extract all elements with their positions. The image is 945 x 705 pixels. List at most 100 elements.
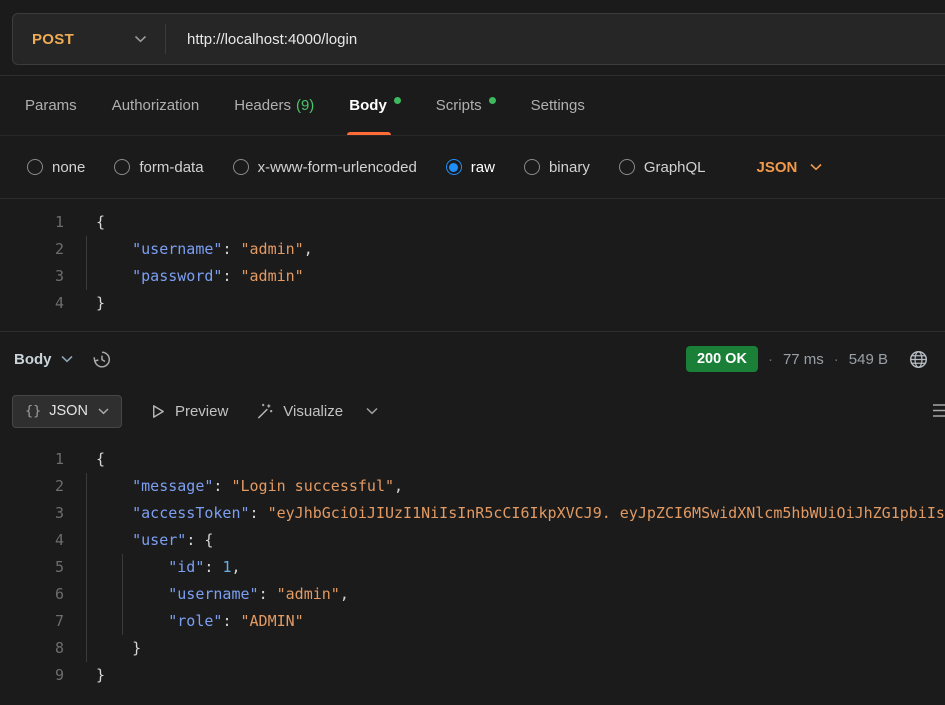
radio-label: none	[52, 159, 85, 176]
code-text: "message": "Login successful",	[64, 473, 403, 500]
body-type-row: none form-data x-www-form-urlencoded raw bin…	[0, 136, 945, 199]
chevron-down-icon	[810, 163, 822, 171]
code-text: "password": "admin"	[64, 263, 304, 290]
tab-headers[interactable]: Headers(9)	[234, 76, 314, 135]
history-icon[interactable]	[91, 348, 113, 370]
line-number: 4	[0, 527, 64, 554]
body-type-binary[interactable]: binary	[524, 159, 590, 176]
code-text: "username": "admin",	[64, 581, 349, 608]
network-globe-icon	[908, 349, 929, 370]
radio-label: form-data	[139, 159, 203, 176]
tab-settings[interactable]: Settings	[531, 76, 585, 135]
code-text: "username": "admin",	[64, 236, 313, 263]
visualize-options-chevron[interactable]	[366, 407, 378, 415]
globe-icon[interactable]	[908, 349, 929, 370]
code-text: {	[64, 446, 105, 473]
request-body-editor[interactable]: 1{2 "username": "admin",3 "password": "a…	[0, 199, 945, 332]
tab-label: Scripts	[436, 97, 482, 114]
code-line: 4 "user": {	[0, 527, 945, 554]
radio-icon	[27, 159, 43, 175]
line-number: 3	[0, 263, 64, 290]
tab-label: Authorization	[112, 97, 200, 114]
url-input[interactable]: http://localhost:4000/login	[187, 31, 357, 48]
chevron-down-icon	[98, 408, 109, 415]
language-selector[interactable]: JSON	[757, 159, 823, 176]
line-number: 2	[0, 236, 64, 263]
indent-guide	[86, 608, 87, 635]
chevron-down-icon	[366, 407, 378, 415]
indent-guide	[86, 581, 87, 608]
preview-label: Preview	[175, 403, 228, 420]
body-type-form-data[interactable]: form-data	[114, 159, 203, 176]
response-time[interactable]: 77 ms	[783, 351, 824, 368]
response-toolbar: Body 200 OK · 77 ms · 549 B	[0, 332, 945, 386]
indent-guide	[122, 581, 123, 608]
request-url-bar: POST http://localhost:4000/login	[0, 0, 945, 76]
response-body-dropdown[interactable]: Body	[14, 351, 73, 368]
radio-icon	[524, 159, 540, 175]
visualize-button[interactable]: Visualize	[255, 402, 343, 421]
response-body-label: Body	[14, 351, 52, 368]
line-number: 2	[0, 473, 64, 500]
indent-guide	[86, 635, 87, 662]
response-size[interactable]: 549 B	[849, 351, 888, 368]
body-type-raw[interactable]: raw	[446, 159, 495, 176]
clock-history-icon	[91, 348, 113, 370]
body-type-graphql[interactable]: GraphQL	[619, 159, 706, 176]
body-type-options: none form-data x-www-form-urlencoded raw bin…	[27, 159, 735, 176]
body-type-x-www-form-urlencoded[interactable]: x-www-form-urlencoded	[233, 159, 417, 176]
chevron-down-icon	[61, 355, 73, 363]
radio-icon	[233, 159, 249, 175]
radio-label: GraphQL	[644, 159, 706, 176]
radio-icon	[619, 159, 635, 175]
indent-guide	[86, 263, 87, 290]
method-url-divider	[165, 24, 166, 54]
meta-separator: ·	[834, 351, 839, 368]
radio-icon	[114, 159, 130, 175]
line-number: 8	[0, 635, 64, 662]
tab-body[interactable]: Body	[349, 76, 401, 135]
code-text: "role": "ADMIN"	[64, 608, 304, 635]
code-text: {	[64, 209, 105, 236]
preview-button[interactable]: Preview	[149, 403, 228, 420]
code-line: 3 "password": "admin"	[0, 263, 945, 290]
request-url-box: POST http://localhost:4000/login	[12, 13, 945, 65]
status-badge[interactable]: 200 OK	[686, 346, 758, 372]
code-line: 2 "message": "Login successful",	[0, 473, 945, 500]
method-label: POST	[32, 31, 74, 48]
line-number: 6	[0, 581, 64, 608]
response-format-dropdown[interactable]: {} JSON	[12, 395, 122, 428]
format-label: JSON	[49, 403, 88, 419]
radio-label: binary	[549, 159, 590, 176]
radio-label: raw	[471, 159, 495, 176]
code-line: 8 }	[0, 635, 945, 662]
line-number: 1	[0, 209, 64, 236]
green-dot-icon	[489, 97, 496, 104]
indent-guide	[86, 500, 87, 527]
indent-guide	[86, 473, 87, 500]
line-number: 9	[0, 662, 64, 689]
body-type-none[interactable]: none	[27, 159, 85, 176]
tab-label: Params	[25, 97, 77, 114]
code-line: 9}	[0, 662, 945, 689]
method-selector[interactable]: POST	[13, 14, 165, 64]
tab-authorization[interactable]: Authorization	[112, 76, 200, 135]
code-text: }	[64, 662, 105, 689]
radio-label: x-www-form-urlencoded	[258, 159, 417, 176]
tab-scripts[interactable]: Scripts	[436, 76, 496, 135]
line-number: 3	[0, 500, 64, 527]
response-body-editor[interactable]: 1{2 "message": "Login successful",3 "acc…	[0, 436, 945, 703]
response-view-controls: {} JSON Preview Visualize	[0, 386, 945, 436]
response-meta: 200 OK · 77 ms · 549 B	[686, 346, 929, 372]
code-text: }	[64, 290, 105, 317]
language-label: JSON	[757, 159, 798, 176]
code-text: }	[64, 635, 141, 662]
menu-icon[interactable]	[932, 403, 945, 423]
headers-count: (9)	[296, 97, 314, 114]
braces-icon: {}	[25, 403, 41, 419]
code-line: 5 "id": 1,	[0, 554, 945, 581]
hamburger-icon	[932, 403, 945, 418]
indent-guide	[86, 527, 87, 554]
code-line: 6 "username": "admin",	[0, 581, 945, 608]
tab-params[interactable]: Params	[25, 76, 77, 135]
